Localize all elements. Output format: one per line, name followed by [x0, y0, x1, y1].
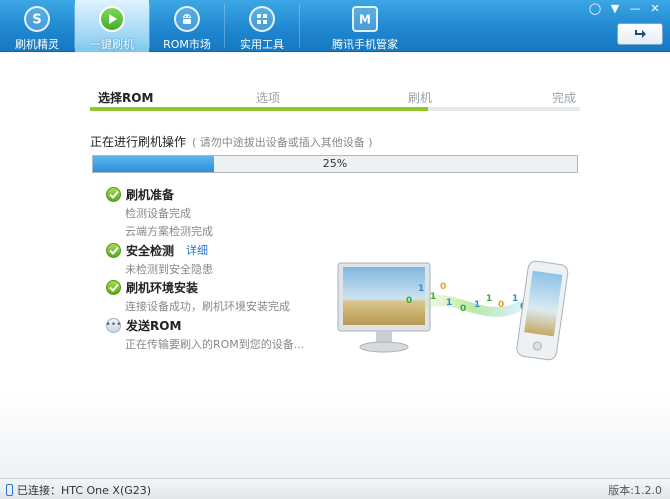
step-done: 完成 [552, 91, 577, 105]
operation-title: 正在进行刷机操作 ( 请勿中途拔出设备或插入其他设备 ) [90, 133, 373, 150]
grid-icon [249, 6, 275, 32]
nav-item-one-click-flash[interactable]: 一键刷机 [75, 0, 149, 52]
flash-progress-bar: 25% [92, 155, 578, 173]
nav-label: 刷机精灵 [15, 38, 59, 51]
monitor-icon [337, 262, 431, 353]
step-progress-track [90, 107, 580, 111]
svg-text:1: 1 [486, 294, 492, 304]
check-icon [106, 279, 121, 295]
task-security-check: 安全检测 详细 未检测到安全隐患 [106, 242, 213, 278]
nav-divider [299, 4, 300, 48]
task-detail: 检测设备完成 [125, 207, 191, 220]
connection-text: 已连接：HTC One X(G23) [17, 484, 152, 497]
close-icon[interactable]: ✕ [646, 2, 664, 16]
status-bar: 已连接：HTC One X(G23) 版本:1.2.0 [0, 478, 670, 499]
nav-label: ROM市场 [163, 38, 211, 51]
svg-text:1: 1 [446, 298, 452, 308]
android-icon [174, 6, 200, 32]
nav-label: 实用工具 [240, 38, 284, 51]
step-select-rom: 选择ROM [98, 91, 154, 105]
task-name: 安全检测 [126, 243, 175, 258]
window-controls: ◯ ▼ — ✕ [586, 2, 664, 16]
pending-dots-icon: ••• [106, 317, 121, 333]
nav-label: 腾讯手机管家 [332, 38, 398, 51]
menu-icon[interactable]: ▼ [606, 2, 624, 16]
svg-text:1: 1 [474, 300, 480, 310]
task-name: 刷机环境安装 [126, 280, 199, 295]
svg-text:1: 1 [418, 284, 424, 294]
task-send-rom: ••• 发送ROM 正在传输要刷入的ROM到您的设备... [106, 317, 304, 353]
svg-text:0: 0 [498, 300, 504, 310]
task-detail: 连接设备成功，刷机环境安装完成 [125, 300, 290, 313]
task-detail: 云端方案检测完成 [125, 225, 213, 238]
main-panel: 选择ROM 选项 刷机 完成 正在进行刷机操作 ( 请勿中途拔出设备或插入其他设备… [0, 53, 670, 478]
task-detail: 正在传输要刷入的ROM到您的设备... [125, 338, 305, 351]
task-detail: 未检测到安全隐患 [125, 263, 213, 276]
step-options: 选项 [256, 91, 281, 105]
check-icon [106, 186, 121, 202]
security-details-link[interactable]: 详细 [186, 242, 208, 258]
version-label: 版本:1.2.0 [608, 484, 662, 497]
step-progress-fill [90, 107, 429, 111]
forward-arrow-icon [635, 30, 646, 38]
task-env-install: 刷机环境安装 连接设备成功，刷机环境安装完成 [106, 279, 290, 315]
svg-text:S: S [32, 13, 41, 28]
nav-item-tencent-manager[interactable]: M 腾讯手机管家 [320, 0, 410, 52]
svg-text:1: 1 [512, 294, 518, 304]
connection-status: 已连接：HTC One X(G23) [6, 482, 151, 498]
operation-hint: ( 请勿中途拔出设备或插入其他设备 ) [192, 136, 373, 149]
task-name: 发送ROM [126, 318, 182, 333]
task-name: 刷机准备 [126, 187, 175, 202]
phone-icon [516, 260, 569, 361]
s-logo-icon: S [24, 6, 50, 32]
nav-item-utilities[interactable]: 实用工具 [225, 0, 299, 52]
svg-text:1: 1 [430, 292, 436, 302]
nav-label: 一键刷机 [90, 38, 134, 51]
task-prepare: 刷机准备 检测设备完成 云端方案检测完成 [106, 186, 213, 240]
feedback-icon[interactable]: ◯ [586, 2, 604, 16]
play-icon [99, 6, 125, 32]
minimize-icon[interactable]: — [626, 2, 644, 16]
forward-button[interactable] [617, 23, 663, 45]
check-icon [106, 242, 121, 258]
nav-item-rom-market[interactable]: ROM市场 [150, 0, 224, 52]
device-phone-icon [6, 484, 13, 496]
flash-progress-label: 25% [322, 157, 348, 170]
top-nav-bar: S 刷机精灵 一键刷机 ROM市场 实用工具 M 腾讯手机管家 ◯ ▼ — ✕ [0, 0, 670, 52]
svg-text:0: 0 [440, 282, 446, 292]
step-flash: 刷机 [408, 91, 433, 105]
svg-text:0: 0 [460, 304, 466, 314]
svg-text:M: M [359, 13, 371, 27]
transfer-illustration: 0 1 1 0 1 0 1 1 0 1 0 [337, 260, 569, 361]
svg-text:0: 0 [406, 296, 412, 306]
shield-m-icon: M [352, 6, 378, 32]
nav-item-flash-wizard[interactable]: S 刷机精灵 [0, 0, 74, 52]
operation-title-text: 正在进行刷机操作 [90, 135, 187, 149]
